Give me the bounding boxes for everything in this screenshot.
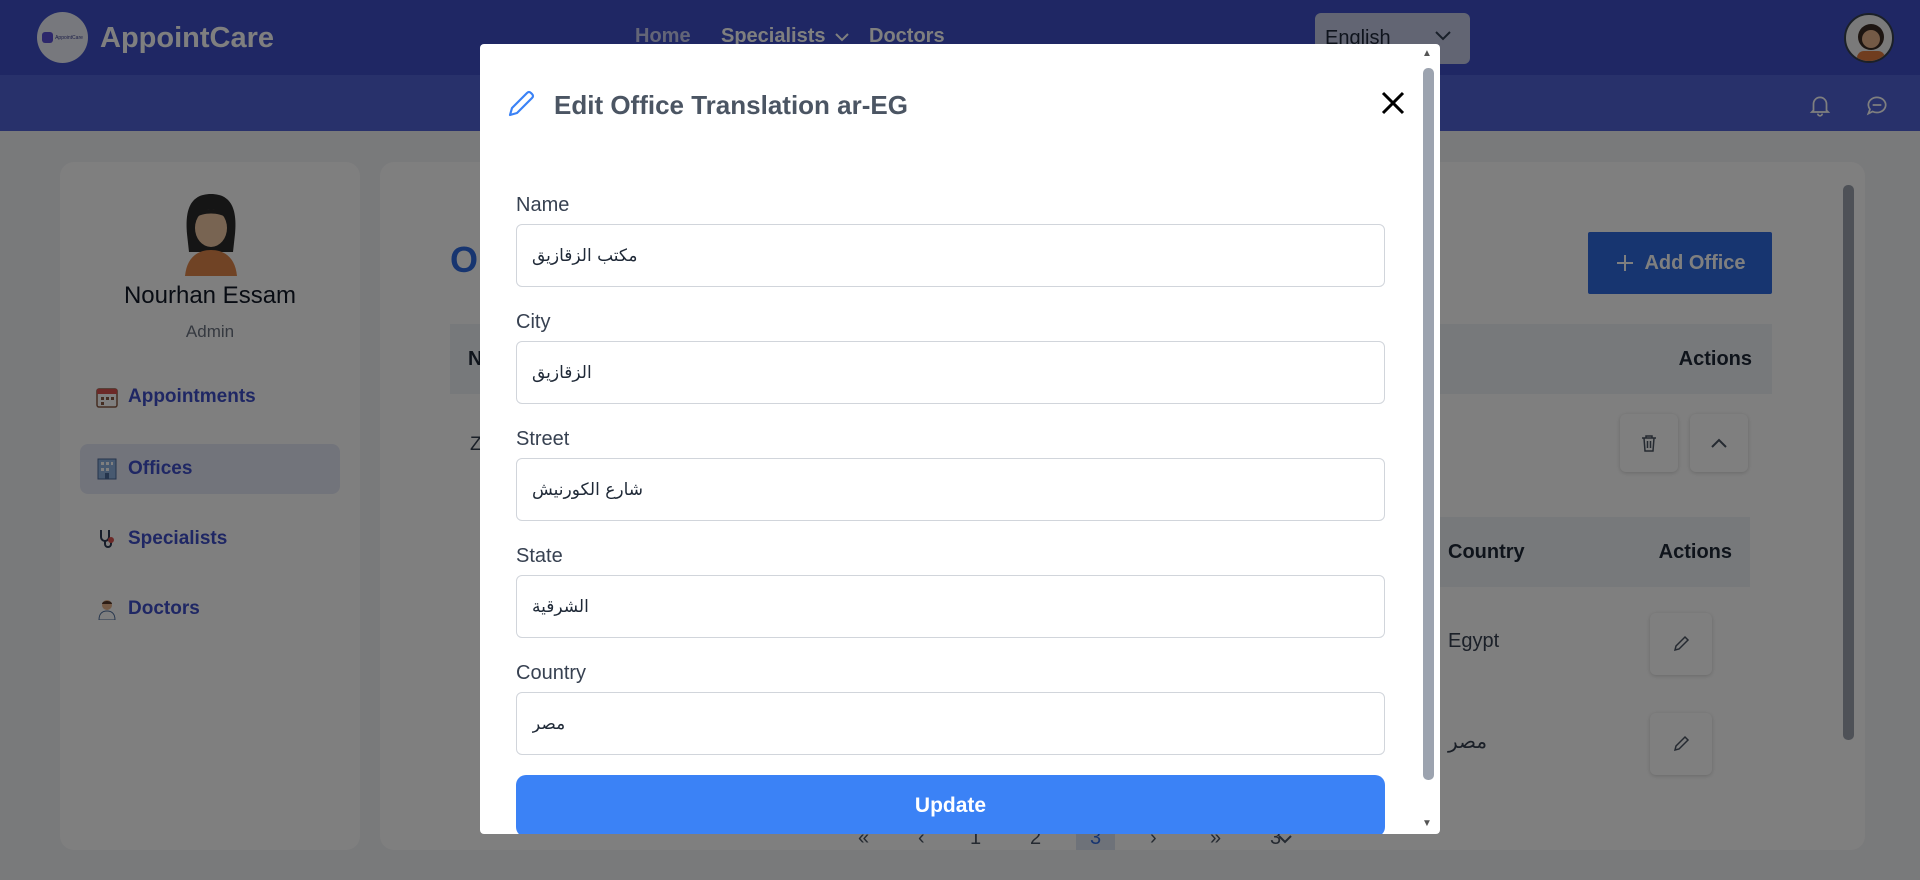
- country-field[interactable]: [516, 692, 1385, 755]
- modal-title: Edit Office Translation ar-EG: [554, 90, 908, 120]
- scroll-down-arrow-icon[interactable]: ▼: [1422, 818, 1432, 829]
- state-label: State: [516, 545, 563, 567]
- city-field[interactable]: [516, 341, 1385, 404]
- state-field[interactable]: [516, 575, 1385, 638]
- update-button[interactable]: Update: [516, 775, 1385, 834]
- country-label: Country: [516, 662, 587, 684]
- scroll-up-arrow-icon[interactable]: ▲: [1422, 48, 1432, 59]
- edit-translation-modal: Edit Office Translation ar-EG Name City …: [480, 44, 1440, 834]
- street-field[interactable]: [516, 458, 1385, 521]
- name-label: Name: [516, 194, 570, 216]
- city-label: City: [516, 311, 551, 333]
- close-icon[interactable]: [1380, 88, 1406, 122]
- name-field[interactable]: [516, 224, 1385, 287]
- street-label: Street: [516, 428, 570, 450]
- modal-scrollbar[interactable]: [1423, 68, 1434, 780]
- pencil-icon: [508, 90, 535, 117]
